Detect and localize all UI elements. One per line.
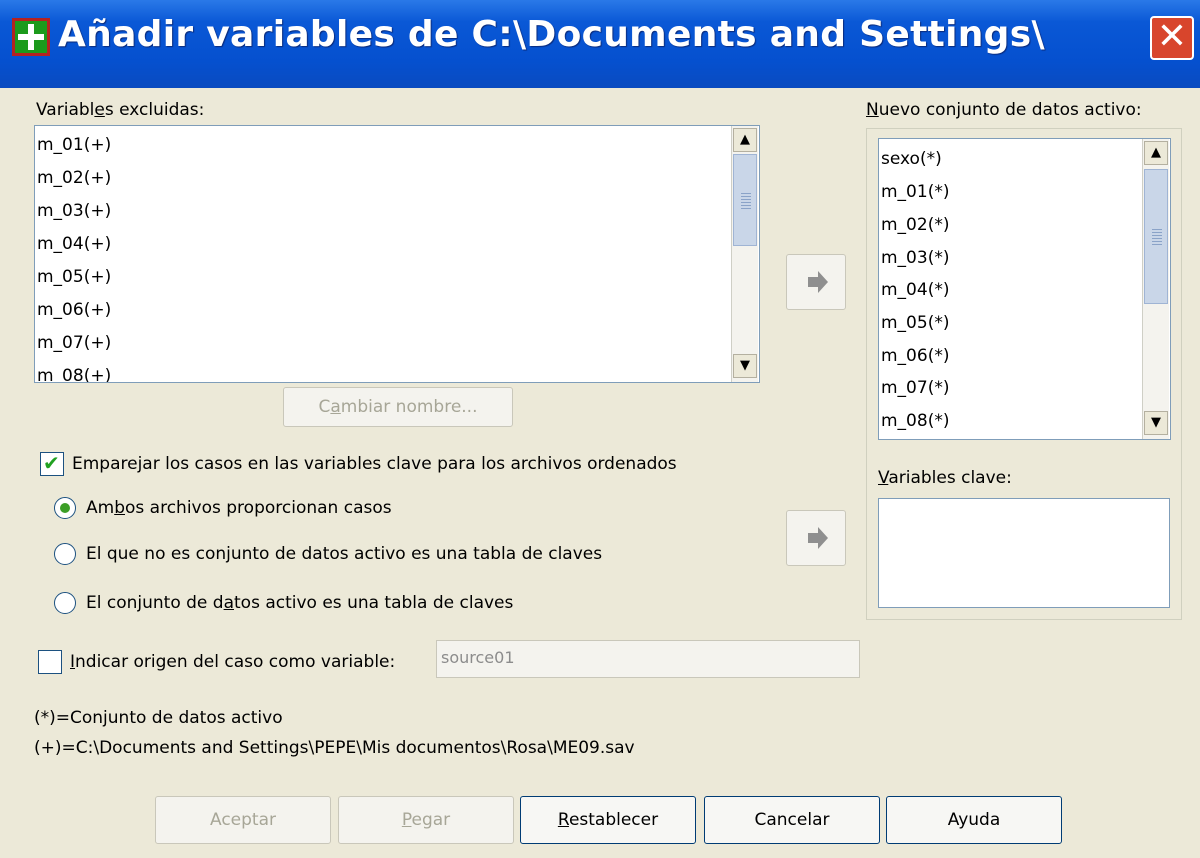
move-to-active-button[interactable] [786, 254, 846, 310]
excluded-variables-label: Variables excluidas: [36, 100, 205, 120]
rename-button[interactable]: Cambiar nombre... [283, 387, 513, 427]
list-item[interactable]: m_06(+) [37, 295, 111, 325]
accept-button[interactable]: Aceptar [155, 796, 331, 844]
help-button[interactable]: Ayuda [886, 796, 1062, 844]
list-item[interactable]: m_06(*) [881, 341, 949, 371]
add-variables-dialog: Añadir variables de C:\Documents and Set… [0, 0, 1200, 858]
scroll-up-icon[interactable]: ▲ [733, 128, 757, 152]
cancel-button[interactable]: Cancelar [704, 796, 880, 844]
active-dataset-list[interactable]: sexo(*) m_01(*) m_02(*) m_03(*) m_04(*) … [878, 138, 1171, 440]
list-item[interactable]: m_05(*) [881, 308, 949, 338]
active-list-scrollbar[interactable]: ▲ ▼ [1142, 139, 1169, 439]
source-indicator-checkbox[interactable] [38, 650, 62, 674]
radio-active-keyed[interactable] [54, 592, 76, 614]
list-item[interactable]: m_02(*) [881, 210, 949, 240]
list-item[interactable]: sexo(*) [881, 144, 942, 174]
spss-add-icon [12, 18, 50, 56]
key-variables-label: Variables clave: [878, 468, 1012, 488]
title-bar[interactable]: Añadir variables de C:\Documents and Set… [0, 0, 1200, 88]
list-item[interactable]: m_07(+) [37, 328, 111, 358]
list-item[interactable]: m_02(+) [37, 163, 111, 193]
source-indicator-label[interactable]: Indicar origen del caso como variable: [70, 652, 395, 672]
right-arrow-icon [808, 271, 828, 293]
active-dataset-note: (*)=Conjunto de datos activo [34, 708, 283, 728]
radio-both-files-label[interactable]: Ambos archivos proporcionan casos [86, 498, 392, 518]
list-item[interactable]: m_01(+) [37, 130, 111, 160]
scroll-thumb[interactable] [1144, 169, 1168, 304]
list-item[interactable]: m_07(*) [881, 373, 949, 403]
excluded-list-scrollbar[interactable]: ▲ ▼ [731, 126, 758, 382]
scroll-up-icon[interactable]: ▲ [1144, 141, 1168, 165]
list-item[interactable]: m_03(*) [881, 243, 949, 273]
list-item[interactable]: m_08(*) [881, 406, 949, 436]
checkmark-icon: ✔ [43, 451, 60, 475]
scroll-down-icon[interactable]: ▼ [1144, 411, 1168, 435]
match-cases-checkbox[interactable]: ✔ [40, 451, 64, 476]
right-arrow-icon [808, 527, 828, 549]
key-variables-list[interactable] [878, 498, 1170, 608]
list-item[interactable]: m_03(+) [37, 196, 111, 226]
reset-button[interactable]: Restablecer [520, 796, 696, 844]
paste-button[interactable]: Pegar [338, 796, 514, 844]
list-item[interactable]: m_01(*) [881, 177, 949, 207]
radio-active-keyed-label[interactable]: El conjunto de datos activo es una tabla… [86, 593, 513, 613]
grip-icon [1152, 227, 1162, 245]
window-title: Añadir variables de C:\Documents and Set… [58, 14, 1045, 55]
scroll-down-icon[interactable]: ▼ [733, 354, 757, 378]
radio-nonactive-keyed[interactable] [54, 543, 76, 565]
file-path-note: (+)=C:\Documents and Settings\PEPE\Mis d… [34, 738, 635, 758]
radio-selected-dot [60, 503, 70, 513]
excluded-variables-list[interactable]: m_01(+) m_02(+) m_03(+) m_04(+) m_05(+) … [34, 125, 760, 383]
radio-nonactive-keyed-label[interactable]: El que no es conjunto de datos activo es… [86, 544, 602, 564]
list-item[interactable]: m_05(+) [37, 262, 111, 292]
source-variable-input[interactable]: source01 [436, 640, 860, 678]
scroll-thumb[interactable] [733, 154, 757, 246]
close-button[interactable]: ✕ [1150, 16, 1194, 60]
grip-icon [741, 191, 751, 209]
list-item[interactable]: m_04(*) [881, 275, 949, 305]
match-cases-label[interactable]: Emparejar los casos en las variables cla… [72, 454, 677, 474]
move-to-key-button[interactable] [786, 510, 846, 566]
active-dataset-label: Nuevo conjunto de datos activo: [866, 100, 1142, 120]
radio-both-files[interactable] [54, 497, 76, 519]
list-item[interactable]: m_04(+) [37, 229, 111, 259]
list-item[interactable]: m_08(+) [37, 361, 111, 382]
